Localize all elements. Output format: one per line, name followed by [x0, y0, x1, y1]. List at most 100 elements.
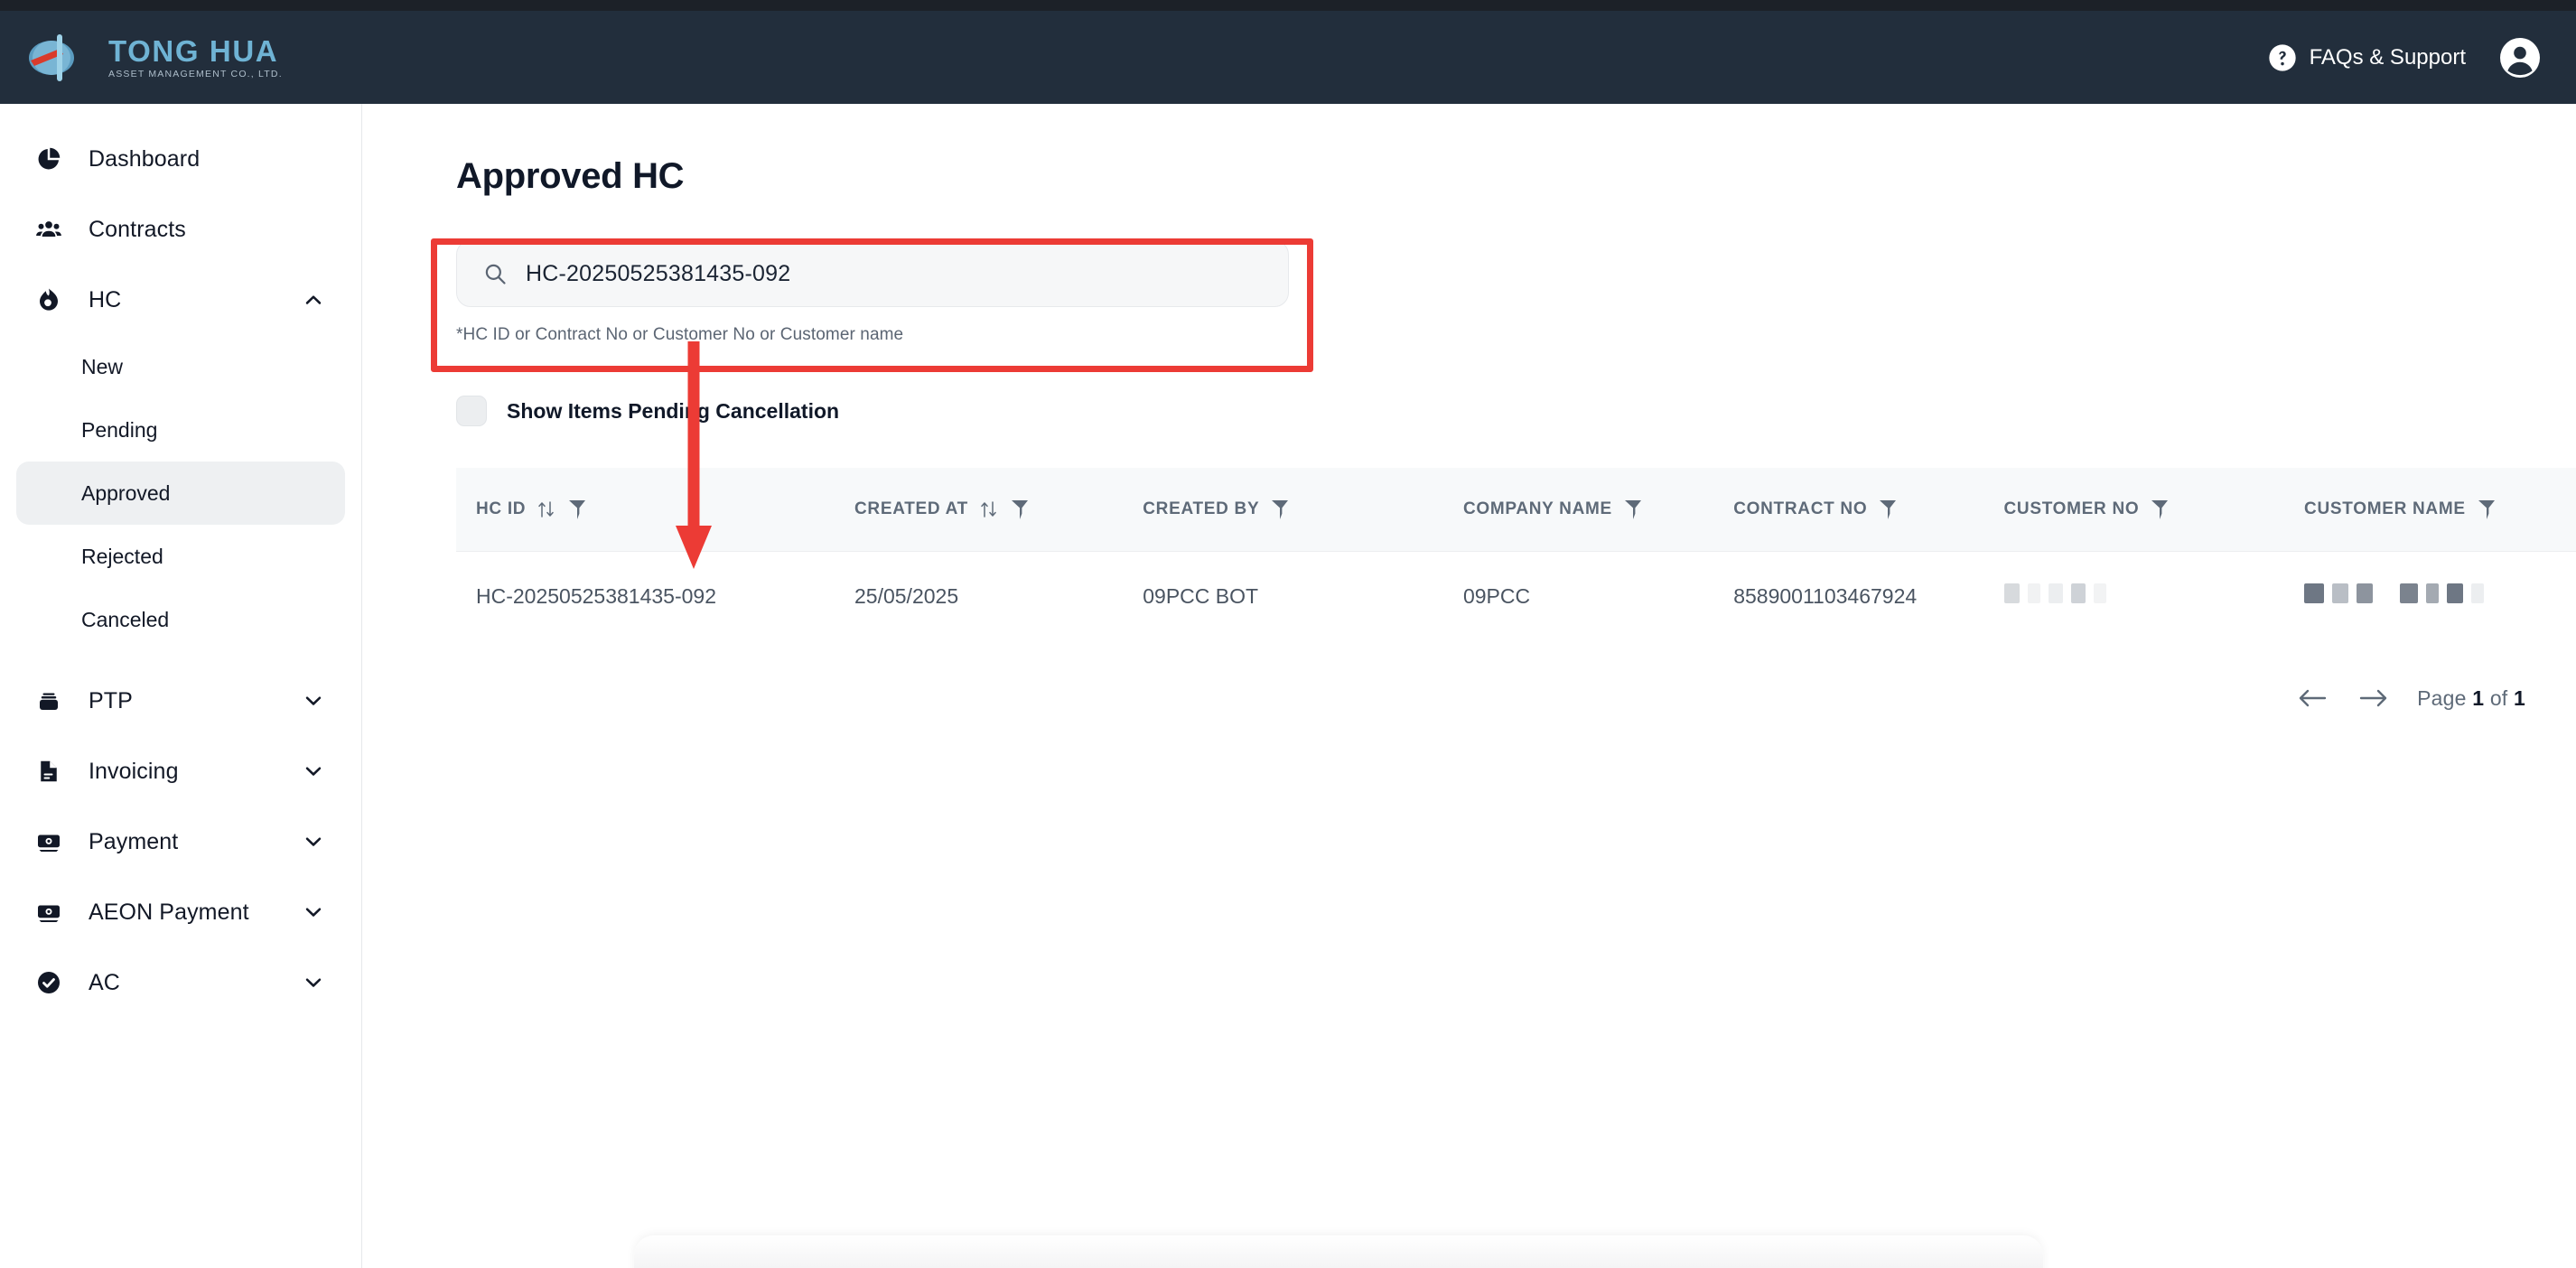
chevron-down-icon[interactable] [302, 971, 325, 994]
chevron-down-icon[interactable] [302, 760, 325, 783]
col-header-customer-no[interactable]: CUSTOMER NO [1983, 468, 2285, 552]
sidebar-item-payment[interactable]: Payment [16, 806, 345, 877]
cell-customer-name [2284, 551, 2576, 641]
arrow-right-icon[interactable] [2356, 685, 2392, 712]
filter-icon[interactable] [1878, 498, 1898, 521]
sidebar-item-hc-canceled[interactable]: Canceled [16, 588, 345, 651]
question-circle-icon [2268, 43, 2296, 71]
filter-icon[interactable] [1010, 498, 1030, 521]
sidebar-item-hc-pending[interactable]: Pending [16, 398, 345, 462]
tong-hua-logo-icon [29, 33, 74, 81]
cell-created-by: 09PCC BOT [1143, 583, 1259, 608]
chevron-down-icon[interactable] [302, 689, 325, 713]
sidebar-item-label: PTP [89, 687, 133, 713]
filter-icon[interactable] [1623, 498, 1643, 521]
table-row[interactable]: HC-20250525381435-092 25/05/2025 09PCC B… [456, 551, 2576, 641]
sidebar-item-hc-new[interactable]: New [16, 335, 345, 398]
sidebar-item-contracts[interactable]: Contracts [16, 194, 345, 265]
sidebar-item-label: Invoicing [89, 758, 179, 784]
pagination-total-pages: 1 [2514, 685, 2525, 710]
col-header-customer-name[interactable]: CUSTOMER NAME [2284, 468, 2576, 552]
col-header-label: HC ID [476, 499, 527, 518]
sort-icon[interactable] [537, 499, 556, 520]
sidebar-item-dashboard[interactable]: Dashboard [16, 124, 345, 194]
show-pending-cancellation-checkbox[interactable] [456, 396, 487, 426]
table-header-row: HC ID CREATED AT CREATED BY COMPANY NAME… [456, 468, 2576, 552]
pagination-current-page: 1 [2472, 685, 2485, 710]
col-header-label: CREATED AT [854, 499, 968, 518]
sidebar-subitem-label: Pending [81, 417, 158, 442]
search-box[interactable] [456, 240, 1289, 307]
document-icon [31, 758, 67, 785]
sidebar-item-label: Dashboard [89, 145, 201, 172]
sidebar-item-aeon-payment[interactable]: AEON Payment [16, 877, 345, 947]
check-circle-icon [31, 969, 67, 996]
redacted-value [2304, 583, 2485, 604]
search-hint-text: *HC ID or Contract No or Customer No or … [456, 325, 904, 344]
filter-icon[interactable] [2150, 498, 2170, 521]
col-header-label: CUSTOMER NO [2003, 499, 2140, 518]
chevron-up-icon[interactable] [302, 288, 325, 312]
filter-icon[interactable] [567, 498, 587, 521]
sidebar-item-hc[interactable]: HC [16, 265, 345, 335]
col-header-created-at[interactable]: CREATED AT [835, 468, 1124, 552]
sort-icon[interactable] [979, 499, 999, 520]
sidebar-item-label: HC [89, 286, 122, 312]
faqs-support-label: FAQs & Support [2309, 44, 2466, 70]
pagination: Page 1 of 1 [456, 685, 2576, 712]
pagination-label: Page 1 of 1 [2417, 686, 2525, 711]
show-pending-cancellation-label: Show Items Pending Cancellation [507, 398, 840, 423]
page-title: Approved HC [456, 156, 685, 196]
filter-icon[interactable] [1270, 498, 1290, 521]
sidebar-subitem-label: Canceled [81, 607, 170, 631]
sidebar-item-label: AC [89, 969, 120, 995]
pagination-middle: of [2489, 685, 2508, 710]
people-group-icon [31, 216, 67, 243]
arrow-left-icon[interactable] [2294, 685, 2330, 712]
app-root: TONG HUA ASSET MANAGEMENT CO., LTD. FAQs… [0, 0, 2576, 1268]
user-avatar-icon[interactable] [2498, 36, 2542, 79]
cell-contract-no: 8589001103467924 [1733, 583, 1918, 608]
col-header-created-by[interactable]: CREATED BY [1123, 468, 1443, 552]
col-header-label: CREATED BY [1143, 499, 1260, 518]
sidebar-item-label: Payment [89, 828, 179, 854]
search-icon [485, 264, 506, 284]
brand-logo[interactable]: TONG HUA ASSET MANAGEMENT CO., LTD. [27, 30, 283, 86]
sidebar-item-label: AEON Payment [89, 899, 249, 925]
search-block: *HC ID or Contract No or Customer No or … [456, 240, 1289, 345]
sidebar-subitem-label: Rejected [81, 544, 163, 568]
card-stack-icon [31, 687, 67, 714]
pie-chart-icon [31, 145, 67, 172]
sidebar-item-invoicing[interactable]: Invoicing [16, 736, 345, 806]
sidebar-item-hc-rejected[interactable]: Rejected [16, 525, 345, 588]
main-content: Approved HC *HC ID or Contract No or Cus… [362, 104, 2576, 1268]
col-header-company-name[interactable]: COMPANY NAME [1442, 468, 1714, 552]
search-input[interactable] [526, 260, 1263, 287]
col-header-hc-id[interactable]: HC ID [456, 468, 835, 552]
chevron-down-icon[interactable] [302, 900, 325, 924]
header-actions: FAQs & Support [2268, 36, 2542, 79]
sidebar-subitem-label: Approved [81, 480, 171, 505]
sidebar-item-ptp[interactable]: PTP [16, 666, 345, 736]
sidebar-nav: Dashboard Contracts HC New Pending Appro… [0, 104, 362, 1268]
col-header-contract-no[interactable]: CONTRACT NO [1713, 468, 1984, 552]
window-top-strip [0, 0, 2576, 11]
pagination-prefix: Page [2417, 685, 2467, 710]
banknote-icon [31, 899, 67, 926]
col-header-label: COMPANY NAME [1462, 499, 1612, 518]
faqs-support-button[interactable]: FAQs & Support [2268, 43, 2466, 72]
app-header: TONG HUA ASSET MANAGEMENT CO., LTD. FAQs… [0, 11, 2576, 104]
cell-hc-id: HC-20250525381435-092 [476, 583, 716, 608]
bottom-panel [634, 1235, 2043, 1268]
cell-created-at: 25/05/2025 [854, 583, 959, 608]
col-header-label: CUSTOMER NAME [2304, 499, 2466, 518]
brand-name: TONG HUA [108, 33, 279, 68]
sidebar-item-ac[interactable]: AC [16, 947, 345, 1018]
hc-table: HC ID CREATED AT CREATED BY COMPANY NAME… [456, 468, 2576, 641]
sidebar-subitem-label: New [81, 354, 124, 378]
cell-customer-no [1984, 551, 2285, 641]
table-body: HC-20250525381435-092 25/05/2025 09PCC B… [456, 551, 2576, 641]
filter-icon[interactable] [2477, 498, 2497, 521]
sidebar-item-hc-approved[interactable]: Approved [16, 462, 345, 525]
chevron-down-icon[interactable] [302, 830, 325, 853]
